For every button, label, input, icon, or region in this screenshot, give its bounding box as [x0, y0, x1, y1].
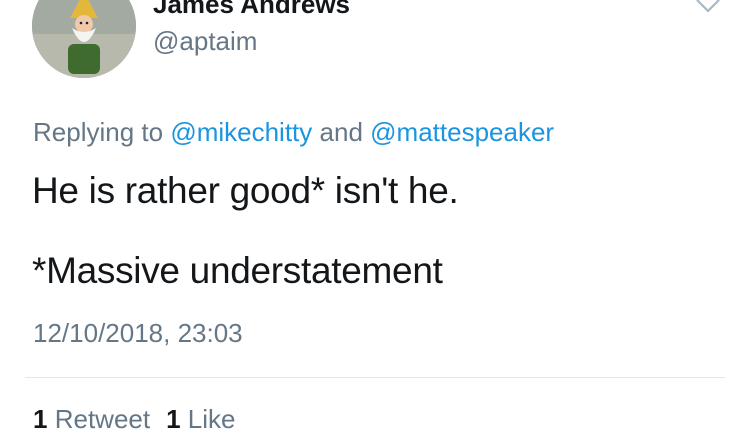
mention-link-mikechitty[interactable]: @mikechitty	[170, 117, 312, 147]
tweet-text-line-2: *Massive understatement	[32, 250, 443, 291]
replying-to-label: Replying to	[33, 117, 164, 147]
garden-gnome-icon	[32, 0, 136, 78]
user-handle[interactable]: @aptaim	[153, 26, 257, 57]
mention-link-mattespeaker[interactable]: @mattespeaker	[370, 117, 554, 147]
chevron-down-icon[interactable]	[694, 0, 722, 14]
display-name[interactable]: James Andrews	[153, 0, 350, 20]
tweet-text-line-1: He is rather good* isn't he.	[32, 170, 459, 211]
replying-to-joiner: and	[319, 117, 363, 147]
tweet-timestamp[interactable]: 12/10/2018, 23:03	[33, 318, 243, 349]
divider	[25, 377, 725, 378]
avatar[interactable]	[32, 0, 136, 78]
tweet-stats: 1 Retweet 1 Like	[33, 404, 236, 435]
replying-to: Replying to @mikechitty and @mattespeake…	[33, 117, 554, 148]
